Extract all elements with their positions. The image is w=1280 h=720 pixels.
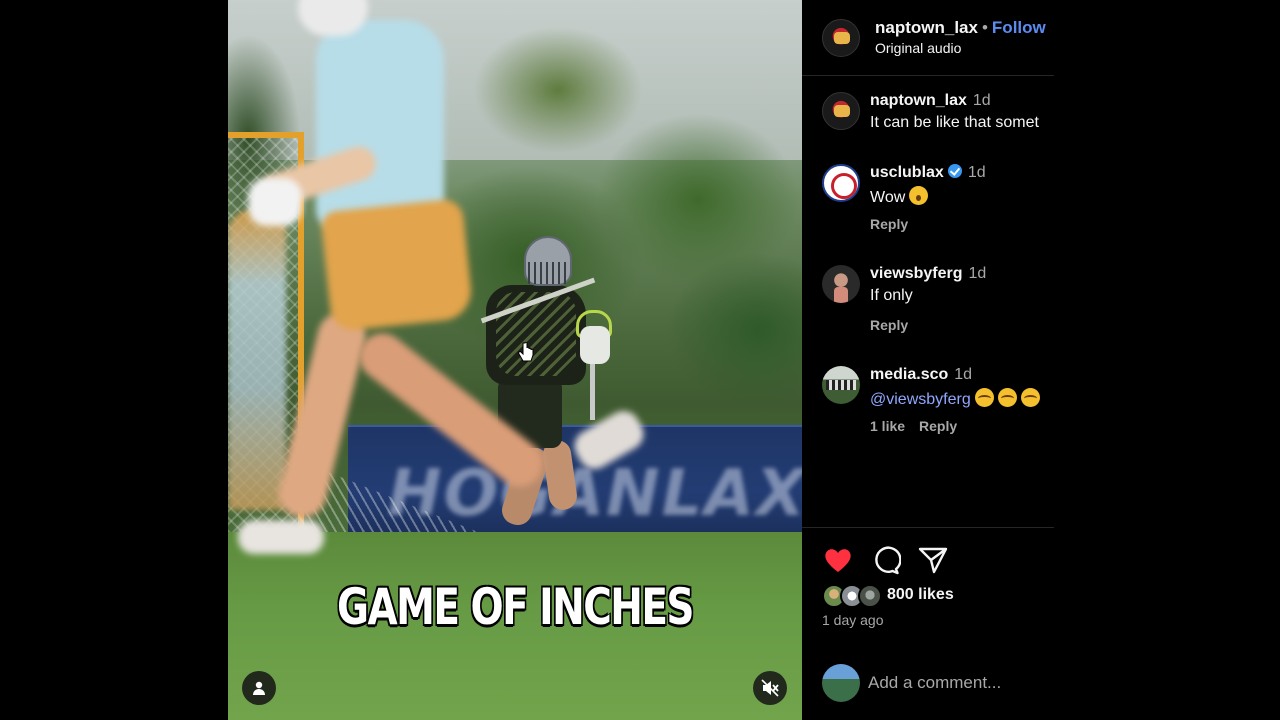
verified-badge-icon	[947, 164, 962, 178]
likes-count[interactable]: 800 likes	[887, 586, 954, 604]
comment-button[interactable]	[869, 544, 902, 576]
flushed-face-emoji-icon	[974, 388, 994, 407]
separator-dot: •	[981, 18, 988, 37]
hand-cursor-icon	[518, 341, 534, 369]
comment-text: If only	[870, 287, 913, 304]
speaker-muted-icon	[761, 679, 779, 697]
player-glove	[580, 326, 610, 364]
comment-text-row: @viewsbyferg	[870, 388, 1040, 409]
comment-time[interactable]: 1d	[973, 92, 991, 109]
mention-link[interactable]: @viewsbyferg	[870, 391, 971, 408]
post-side-panel: naptown_lax • Follow Original audio naptow…	[802, 0, 1054, 720]
comment-text: Wow	[870, 189, 906, 206]
goalie	[228, 210, 286, 510]
comment-avatar[interactable]	[822, 366, 860, 404]
comment-text: It can be like that somet	[870, 114, 1039, 131]
follow-button[interactable]: Follow	[992, 18, 1046, 37]
flushed-face-emoji-icon	[997, 388, 1017, 407]
author-username[interactable]: naptown_lax	[875, 18, 978, 37]
add-comment-input[interactable]	[868, 670, 1048, 696]
comment-meta: media.sco 1d	[870, 366, 972, 384]
comment-avatar[interactable]	[822, 164, 860, 202]
comment-username[interactable]: usclublax	[870, 164, 944, 181]
comment-text-row: Wow	[870, 186, 929, 207]
liker-avatar	[858, 584, 882, 608]
comment-time[interactable]: 1d	[968, 265, 986, 282]
comment-avatar[interactable]	[822, 265, 860, 303]
comment-avatar[interactable]	[822, 92, 860, 130]
reel-video[interactable]: HOGANLAX GAME OF INCHES	[228, 0, 802, 720]
divider	[802, 527, 1054, 528]
comment-meta: naptown_lax 1d	[870, 92, 991, 110]
video-caption-overlay: GAME OF INCHES	[337, 578, 694, 636]
comment-bubble-icon	[875, 546, 902, 575]
foreground-player-jersey	[316, 20, 444, 230]
astonished-face-emoji-icon	[909, 186, 929, 205]
like-button[interactable]	[822, 544, 854, 576]
comment-meta: usclublax 1d	[870, 164, 986, 182]
reply-button[interactable]: Reply	[870, 317, 908, 333]
comment-actions: Reply	[870, 317, 908, 333]
helmet-cage	[528, 262, 568, 284]
foreground-player-glove	[248, 178, 302, 226]
divider	[802, 650, 1054, 651]
comment-likes-link[interactable]: 1 like	[870, 418, 905, 434]
original-audio-link[interactable]: Original audio	[875, 40, 961, 56]
reply-button[interactable]: Reply	[919, 418, 957, 434]
comment-username[interactable]: naptown_lax	[870, 92, 967, 109]
comment-actions: 1 like Reply	[870, 418, 957, 434]
comment-time[interactable]: 1d	[954, 366, 972, 383]
author-line: naptown_lax • Follow	[875, 18, 1046, 38]
author-avatar[interactable]	[822, 19, 860, 57]
comment-username[interactable]: viewsbyferg	[870, 265, 962, 282]
post-timestamp[interactable]: 1 day ago	[822, 612, 884, 628]
post-header: naptown_lax • Follow Original audio	[802, 0, 1054, 76]
comment-meta: viewsbyferg 1d	[870, 265, 986, 283]
player-jersey-pattern	[496, 292, 576, 376]
flushed-face-emoji-icon	[1020, 388, 1040, 407]
person-icon	[253, 681, 265, 695]
comment-time[interactable]: 1d	[968, 164, 986, 181]
reply-button[interactable]: Reply	[870, 216, 908, 232]
heart-icon	[825, 549, 851, 572]
comment-username[interactable]: media.sco	[870, 366, 948, 383]
tagged-people-button[interactable]	[242, 671, 276, 705]
comment-actions: Reply	[870, 216, 908, 232]
instagram-reel-viewer: HOGANLAX GAME OF INCHES naptown_lax • Fo…	[0, 0, 1280, 720]
share-button[interactable]	[917, 544, 949, 576]
mute-toggle-button[interactable]	[753, 671, 787, 705]
current-user-avatar	[822, 664, 860, 702]
foreground-player-shoe	[238, 520, 324, 554]
foreground-player-shorts	[320, 197, 474, 333]
paper-plane-icon	[918, 547, 948, 574]
